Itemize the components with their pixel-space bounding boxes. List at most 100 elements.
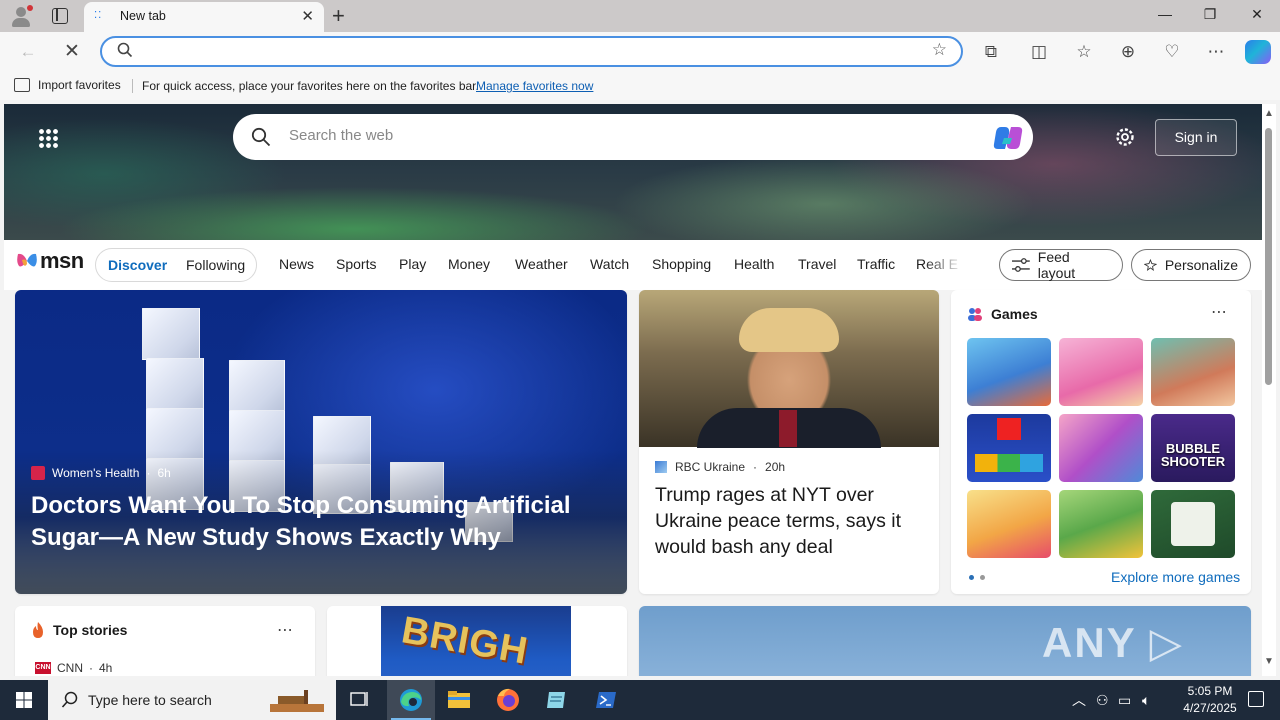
firefox-icon[interactable]	[484, 680, 532, 720]
profile-icon[interactable]	[10, 5, 33, 27]
feed-toggle: Discover Following	[95, 248, 257, 282]
game-tile[interactable]: BUBBLE SHOOTER	[1151, 414, 1235, 482]
windows-start-icon[interactable]	[0, 680, 48, 720]
image-detail	[739, 308, 839, 352]
back-button[interactable]: ←	[16, 40, 40, 64]
clock-date[interactable]: 4/27/2025	[1170, 701, 1250, 715]
carousel-dot[interactable]	[980, 575, 985, 580]
carousel-dot[interactable]	[969, 575, 974, 580]
nav-shopping[interactable]: Shopping	[652, 256, 711, 272]
copilot-icon[interactable]	[993, 124, 1023, 152]
network-icon[interactable]: ▭	[1118, 692, 1131, 709]
game-tile[interactable]	[1059, 490, 1143, 558]
game-tile[interactable]	[1059, 414, 1143, 482]
article-card[interactable]: BRIGH	[327, 606, 627, 676]
show-hidden-icons-chevron-icon[interactable]: ︿	[1072, 690, 1086, 710]
restore-button[interactable]: ❐	[1200, 6, 1220, 23]
tab-actions-icon[interactable]	[52, 8, 68, 24]
task-view-icon[interactable]	[336, 680, 384, 720]
clock-time[interactable]: 5:05 PM	[1170, 684, 1250, 698]
nav-sports[interactable]: Sports	[336, 256, 376, 272]
nav-traffic[interactable]: Traffic	[857, 256, 895, 272]
notepad-icon[interactable]	[533, 680, 581, 720]
game-tile[interactable]	[1059, 338, 1143, 406]
copilot-icon[interactable]	[1245, 40, 1271, 64]
top-stories-widget: Top stories ⋯ CNN CNN · 4h	[15, 606, 315, 676]
manage-favorites-link[interactable]: Manage favorites now	[476, 79, 593, 93]
more-options-icon[interactable]: ⋯	[277, 620, 293, 640]
tab-discover[interactable]: Discover	[108, 257, 167, 273]
web-search-input[interactable]	[289, 127, 969, 144]
personalize-button[interactable]: Personalize	[1131, 249, 1251, 281]
nav-play[interactable]: Play	[399, 256, 426, 272]
minimize-button[interactable]: —	[1155, 6, 1175, 22]
nav-health[interactable]: Health	[734, 256, 774, 272]
file-explorer-icon[interactable]	[435, 680, 483, 720]
split-screen-icon[interactable]: ◫	[1027, 40, 1051, 64]
article-title[interactable]: Doctors Want You To Stop Consuming Artif…	[31, 490, 591, 554]
game-tile[interactable]	[967, 490, 1051, 558]
search-icon	[117, 42, 133, 58]
games-widget: Games ⋯ BUBBLE SHOOTER Explore more game…	[951, 290, 1251, 594]
device-icon[interactable]: ⚇	[1096, 692, 1109, 709]
web-search-box[interactable]	[233, 114, 1033, 160]
settings-gear-icon[interactable]	[1114, 126, 1136, 148]
sliders-icon	[1012, 258, 1030, 272]
game-tile[interactable]	[1151, 490, 1235, 558]
taskbar-search-box[interactable]: Type here to search	[48, 680, 336, 720]
volume-icon[interactable]: 🔈︎	[1142, 692, 1150, 709]
hero-article-card[interactable]: Women's Health · 6h Doctors Want You To …	[15, 290, 627, 594]
game-tile[interactable]	[1151, 338, 1235, 406]
anyrun-watermark: ANY ▷ RUN	[1042, 619, 1184, 676]
stop-loading-button[interactable]: ✕	[60, 40, 84, 64]
extensions-icon[interactable]: ⧉	[979, 40, 1003, 64]
close-tab-icon[interactable]: ✕	[301, 7, 314, 25]
feed-layout-button[interactable]: Feed layout	[999, 249, 1123, 281]
article-title[interactable]: Trump rages at NYT over Ukraine peace te…	[655, 482, 927, 560]
womens-health-logo-icon	[31, 466, 45, 480]
source-name: RBC Ukraine	[675, 460, 746, 474]
notification-dot	[27, 5, 33, 11]
nav-travel[interactable]: Travel	[798, 256, 836, 272]
game-tile[interactable]	[967, 414, 1051, 482]
feed-layout-label: Feed layout	[1037, 249, 1076, 281]
edge-taskbar-icon[interactable]	[387, 680, 435, 720]
hero-background: Sign in	[4, 104, 1262, 240]
search-highlight-image	[270, 690, 324, 712]
nav-watch[interactable]: Watch	[590, 256, 629, 272]
msn-logo[interactable]: msn	[16, 248, 84, 274]
notifications-icon[interactable]	[1248, 691, 1264, 707]
favorites-icon[interactable]: ☆	[1072, 40, 1096, 64]
tab-new-tab[interactable]: ⁚⁚ New tab ✕	[84, 2, 324, 32]
nav-news[interactable]: News	[279, 256, 314, 272]
address-bar[interactable]: ☆	[100, 36, 963, 67]
nav-weather[interactable]: Weather	[515, 256, 568, 272]
sign-text: BRIGH	[398, 609, 532, 673]
powershell-icon[interactable]	[582, 680, 630, 720]
scroll-thumb[interactable]	[1265, 128, 1272, 385]
more-options-icon[interactable]: ⋯	[1211, 302, 1228, 322]
tab-following[interactable]: Following	[186, 257, 245, 273]
new-tab-button[interactable]: +	[332, 3, 345, 29]
nav-money[interactable]: Money	[448, 256, 490, 272]
collections-icon[interactable]: ⊕	[1116, 40, 1140, 64]
favorite-star-icon[interactable]: ☆	[932, 40, 947, 60]
scroll-down-icon[interactable]: ▼	[1264, 656, 1274, 667]
close-window-button[interactable]: ✕	[1247, 6, 1267, 23]
more-menu-icon[interactable]: ⋯	[1204, 40, 1228, 64]
scroll-up-icon[interactable]: ▲	[1264, 108, 1274, 119]
page-scrollbar[interactable]: ▲ ▼	[1262, 104, 1276, 676]
msn-wordmark: msn	[40, 248, 84, 273]
import-favorites-button[interactable]: Import favorites	[14, 78, 121, 92]
apps-launcher-icon[interactable]	[38, 128, 58, 148]
carousel-dots	[969, 575, 985, 580]
title-bar: ⁚⁚ New tab ✕ + — ❐ ✕	[0, 0, 1280, 32]
article-image	[639, 290, 939, 448]
article-card[interactable]: ANY ▷ RUN	[639, 606, 1251, 676]
explore-more-games-link[interactable]: Explore more games	[1111, 569, 1240, 585]
article-card[interactable]: RBC Ukraine · 20h Trump rages at NYT ove…	[639, 290, 939, 594]
sign-in-button[interactable]: Sign in	[1155, 119, 1237, 156]
article-age: 4h	[99, 661, 113, 675]
browser-essentials-icon[interactable]: ♡	[1160, 40, 1184, 64]
game-tile[interactable]	[967, 338, 1051, 406]
